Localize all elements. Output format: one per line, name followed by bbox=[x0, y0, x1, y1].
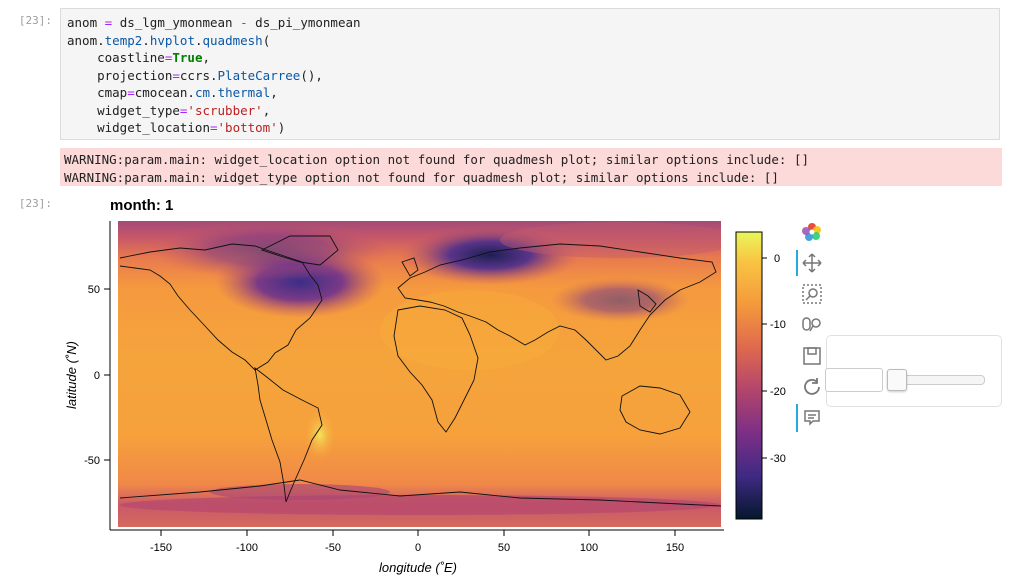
y-tick-label: 50 bbox=[88, 284, 100, 296]
save-icon[interactable] bbox=[800, 344, 824, 368]
x-tick-label: 100 bbox=[580, 542, 598, 554]
x-tick-label: 0 bbox=[415, 542, 421, 554]
reset-icon[interactable] bbox=[800, 375, 824, 399]
slider-value-input[interactable] bbox=[825, 368, 883, 392]
y-axis-label: latitude (˚N) bbox=[64, 341, 79, 409]
x-axis-label: longitude (˚E) bbox=[379, 560, 457, 575]
colorbar-tick-label: -20 bbox=[770, 386, 786, 398]
x-tick-label: -100 bbox=[236, 542, 258, 554]
box-zoom-icon[interactable] bbox=[800, 282, 824, 306]
x-tick-label: 150 bbox=[666, 542, 684, 554]
colorbar-tick-label: -10 bbox=[770, 319, 786, 331]
bokeh-logo-icon[interactable] bbox=[800, 220, 824, 244]
y-axis: 50 0 -50 latitude (˚N) bbox=[64, 221, 111, 530]
colorbar-tick-label: -30 bbox=[770, 453, 786, 465]
y-tick-label: 0 bbox=[94, 370, 100, 382]
pan-icon[interactable] bbox=[800, 251, 824, 275]
x-axis: -150 -100 -50 0 50 100 150 longitude (˚E… bbox=[110, 529, 724, 575]
colorbar-tick-label: 0 bbox=[774, 253, 780, 265]
x-tick-label: 50 bbox=[498, 542, 510, 554]
wheel-zoom-icon[interactable] bbox=[800, 313, 824, 337]
hover-icon[interactable] bbox=[800, 406, 824, 430]
colorbar: 0 -10 -20 -30 bbox=[735, 231, 786, 520]
y-tick-label: -50 bbox=[84, 455, 100, 467]
x-tick-label: -150 bbox=[150, 542, 172, 554]
x-tick-label: -50 bbox=[325, 542, 341, 554]
heatmap-field bbox=[118, 221, 721, 527]
plot-canvas[interactable]: -150 -100 -50 0 50 100 150 longitude (˚E… bbox=[0, 0, 1024, 584]
scrubber-widget[interactable] bbox=[825, 335, 1002, 407]
slider-handle[interactable] bbox=[887, 369, 907, 391]
